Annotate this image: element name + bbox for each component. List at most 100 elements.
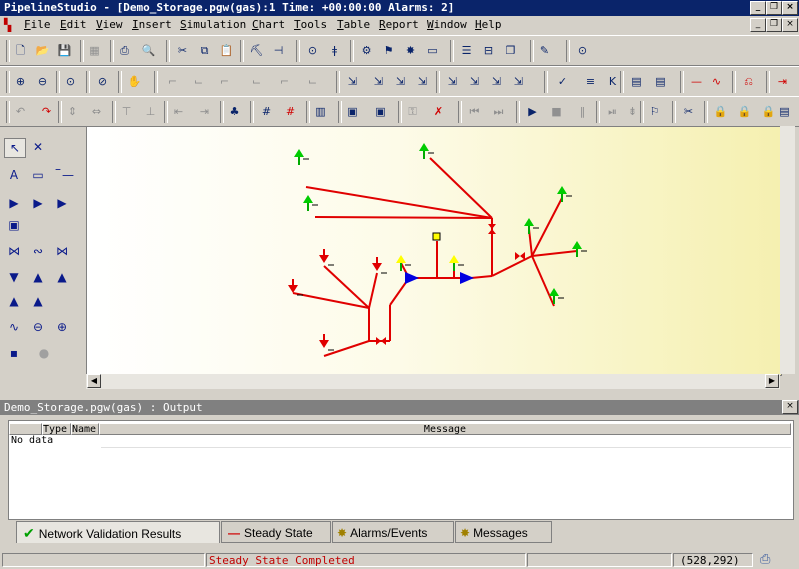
report-1-icon[interactable]: ▣ <box>344 103 361 120</box>
lock-2-icon[interactable]: 🔒 <box>736 103 753 120</box>
align-2-icon[interactable]: ⇔ <box>88 103 105 120</box>
tools-icon[interactable]: ✂ <box>680 103 697 120</box>
pointer-icon[interactable]: ↖ <box>4 138 26 158</box>
supply-icon[interactable]: ▼ <box>4 268 24 286</box>
red-arrow-icon[interactable]: ⇥ <box>774 73 791 90</box>
mark-icon[interactable]: ⚐ <box>646 103 663 120</box>
doc-icon[interactable]: ▤ <box>628 73 645 90</box>
block-b-icon[interactable]: ▣ <box>4 216 24 234</box>
step-icon[interactable]: ⏯ <box>604 103 621 120</box>
cooler-icon[interactable]: ⊕ <box>52 318 72 336</box>
compressor-node[interactable] <box>405 272 419 284</box>
regulator-icon[interactable]: ⋈ <box>52 242 72 260</box>
child-restore-button[interactable]: ❐ <box>766 18 782 32</box>
select-7-icon[interactable]: ⇲ <box>488 73 505 90</box>
valve-node[interactable] <box>515 252 525 260</box>
supply-e-icon[interactable]: ▲ <box>4 292 24 310</box>
menu-simulation[interactable]: Simulation <box>180 18 246 31</box>
node-c-icon[interactable]: ⌐ <box>216 73 233 90</box>
delivery-l-icon[interactable]: ▲ <box>28 292 48 310</box>
find-icon[interactable]: ⊙ <box>574 42 591 59</box>
compressor-c-icon[interactable]: ▶ <box>28 194 48 212</box>
pan-icon[interactable]: ✋ <box>126 73 143 90</box>
fast-forward-icon[interactable]: ⏭ <box>490 103 507 120</box>
menu-tools[interactable]: Tools <box>294 18 327 31</box>
node-icon[interactable]: ▪ <box>4 344 24 362</box>
restore-button[interactable]: ❐ <box>766 1 782 15</box>
copy-icon[interactable]: ⧉ <box>196 42 213 59</box>
menu-report[interactable]: Report <box>379 18 419 31</box>
menu-window[interactable]: Window <box>427 18 467 31</box>
red-link-icon[interactable]: ⎌ <box>740 73 757 90</box>
pipe-segment[interactable] <box>531 197 563 257</box>
output-close-icon[interactable]: × <box>782 400 798 414</box>
printer-icon[interactable]: ⎙ <box>760 552 770 567</box>
col-name[interactable]: Name <box>71 423 99 435</box>
save-icon[interactable]: 💾 <box>56 42 73 59</box>
network-canvas[interactable] <box>86 126 782 376</box>
valve-node[interactable] <box>376 337 386 345</box>
pipe-segment[interactable] <box>368 272 378 309</box>
print-preview-grey-icon[interactable]: ▦ <box>86 42 103 59</box>
menu-file[interactable]: File <box>24 18 51 31</box>
scroll-left-icon[interactable]: ◀ <box>87 374 101 388</box>
zoom-reset-icon[interactable]: ⊘ <box>94 73 111 90</box>
pipe-segment[interactable] <box>314 216 493 219</box>
red-wave-icon[interactable]: ∿ <box>708 73 725 90</box>
vertical-scrollbar[interactable] <box>780 126 795 374</box>
heater-icon[interactable]: ⊖ <box>28 318 48 336</box>
delivery-node[interactable] <box>557 186 567 194</box>
resistor-icon[interactable]: ∿ <box>4 318 24 336</box>
network-icon[interactable]: ⚙ <box>358 42 375 59</box>
open-icon[interactable]: 📂 <box>34 42 51 59</box>
child-close-button[interactable]: × <box>782 18 798 32</box>
chart-icon[interactable]: ▥ <box>312 103 329 120</box>
align-1-icon[interactable]: ⇕ <box>64 103 81 120</box>
xml-icon[interactable]: ≡ <box>582 73 599 90</box>
red-line-icon[interactable]: — <box>688 73 705 90</box>
supply-node[interactable] <box>319 255 329 263</box>
storage-node[interactable] <box>396 255 406 263</box>
pipe-segment[interactable] <box>470 275 493 279</box>
tab-steady-state[interactable]: — Steady State <box>221 521 331 543</box>
rsi-bar-icon[interactable]: ǂ <box>326 42 343 59</box>
delivery-node[interactable] <box>303 195 313 203</box>
cut-icon[interactable]: ✂ <box>174 42 191 59</box>
tab-alarms-events[interactable]: ✸ Alarms/Events <box>332 521 454 543</box>
delivery-node[interactable] <box>549 288 559 296</box>
node-e-icon[interactable]: ⌐ <box>276 73 293 90</box>
box-icon[interactable]: ▭ <box>28 166 48 184</box>
node-d-icon[interactable]: ⌙ <box>248 73 265 90</box>
delivery-f-icon[interactable]: ▲ <box>52 268 72 286</box>
menu-help[interactable]: Help <box>475 18 502 31</box>
align-5-icon[interactable]: ⇤ <box>170 103 187 120</box>
pipe-segment[interactable] <box>531 250 578 257</box>
rewind-icon[interactable]: ⏮ <box>466 103 483 120</box>
scroll-right-icon[interactable]: ▶ <box>765 374 779 388</box>
compressor-r-icon[interactable]: ▶ <box>52 194 72 212</box>
supply-node[interactable] <box>288 285 298 293</box>
text-icon[interactable]: A <box>4 166 24 184</box>
menu-edit[interactable]: Edit <box>60 18 87 31</box>
supply-node[interactable] <box>319 340 329 348</box>
align-4-icon[interactable]: ⊥ <box>142 103 159 120</box>
align-6-icon[interactable]: ⇥ <box>196 103 213 120</box>
valve-node[interactable] <box>488 224 496 234</box>
supply-node[interactable] <box>372 263 382 271</box>
compressor-node[interactable] <box>460 272 474 284</box>
layout-h-icon[interactable]: ☰ <box>458 42 475 59</box>
unlock-icon[interactable]: ✗ <box>430 103 447 120</box>
select-6-icon[interactable]: ⇲ <box>466 73 483 90</box>
horizontal-scrollbar[interactable]: ◀ ▶ <box>86 374 780 389</box>
menu-view[interactable]: View <box>96 18 123 31</box>
alarm-icon[interactable]: ✸ <box>402 42 419 59</box>
menu-chart[interactable]: Chart <box>252 18 285 31</box>
pipe-segment[interactable] <box>292 292 370 309</box>
select-1-icon[interactable]: ⇲ <box>344 73 361 90</box>
zoom-in-icon[interactable]: ⊕ <box>12 73 29 90</box>
delivery-node[interactable] <box>524 218 534 226</box>
page-icon[interactable]: ▤ <box>776 103 793 120</box>
pipe-segment[interactable] <box>531 255 555 307</box>
new-icon[interactable]: 🗋 <box>12 42 29 59</box>
align-3-icon[interactable]: ⊤ <box>118 103 135 120</box>
